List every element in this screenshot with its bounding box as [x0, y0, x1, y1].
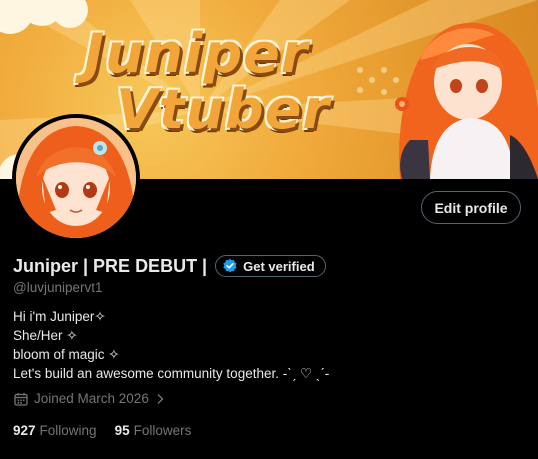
name-row: Juniper | PRE DEBUT | Get verified: [13, 254, 326, 278]
joined-label: Joined March 2026: [34, 391, 149, 406]
get-verified-button[interactable]: Get verified: [215, 255, 326, 277]
bio-line: Hi i'm Juniper✧: [13, 309, 106, 324]
calendar-icon: [14, 392, 28, 406]
banner-title: Juniper Vtuber: [84, 26, 344, 138]
handle: @luvjunipervt1: [13, 280, 103, 295]
following-link[interactable]: 927 Following: [13, 423, 97, 438]
following-count: 927: [13, 423, 36, 438]
banner-title-line1: Juniper: [84, 22, 309, 85]
verified-check-icon: [223, 258, 237, 273]
followers-count: 95: [114, 423, 130, 438]
joined-date[interactable]: Joined March 2026: [14, 391, 165, 406]
avatar-image: [16, 118, 136, 238]
get-verified-label: Get verified: [243, 258, 315, 274]
chevron-right-icon: [157, 393, 164, 404]
display-name: Juniper | PRE DEBUT |: [13, 255, 208, 276]
following-label: Following: [39, 423, 97, 438]
bio-line: She/Her ✧: [13, 328, 78, 343]
bio-line: bloom of magic ✧: [13, 347, 120, 362]
avatar[interactable]: [12, 114, 140, 242]
banner-title-line2: Vtuber: [116, 78, 330, 141]
bio: Hi i'm Juniper✧ She/Her ✧ bloom of magic…: [13, 307, 329, 383]
edit-profile-button[interactable]: Edit profile: [421, 191, 521, 224]
follow-stats: 927 Following 95 Followers: [13, 423, 209, 438]
bio-line: Let's build an awesome community togethe…: [13, 366, 330, 381]
followers-link[interactable]: 95 Followers: [115, 423, 192, 438]
followers-label: Followers: [133, 423, 192, 438]
